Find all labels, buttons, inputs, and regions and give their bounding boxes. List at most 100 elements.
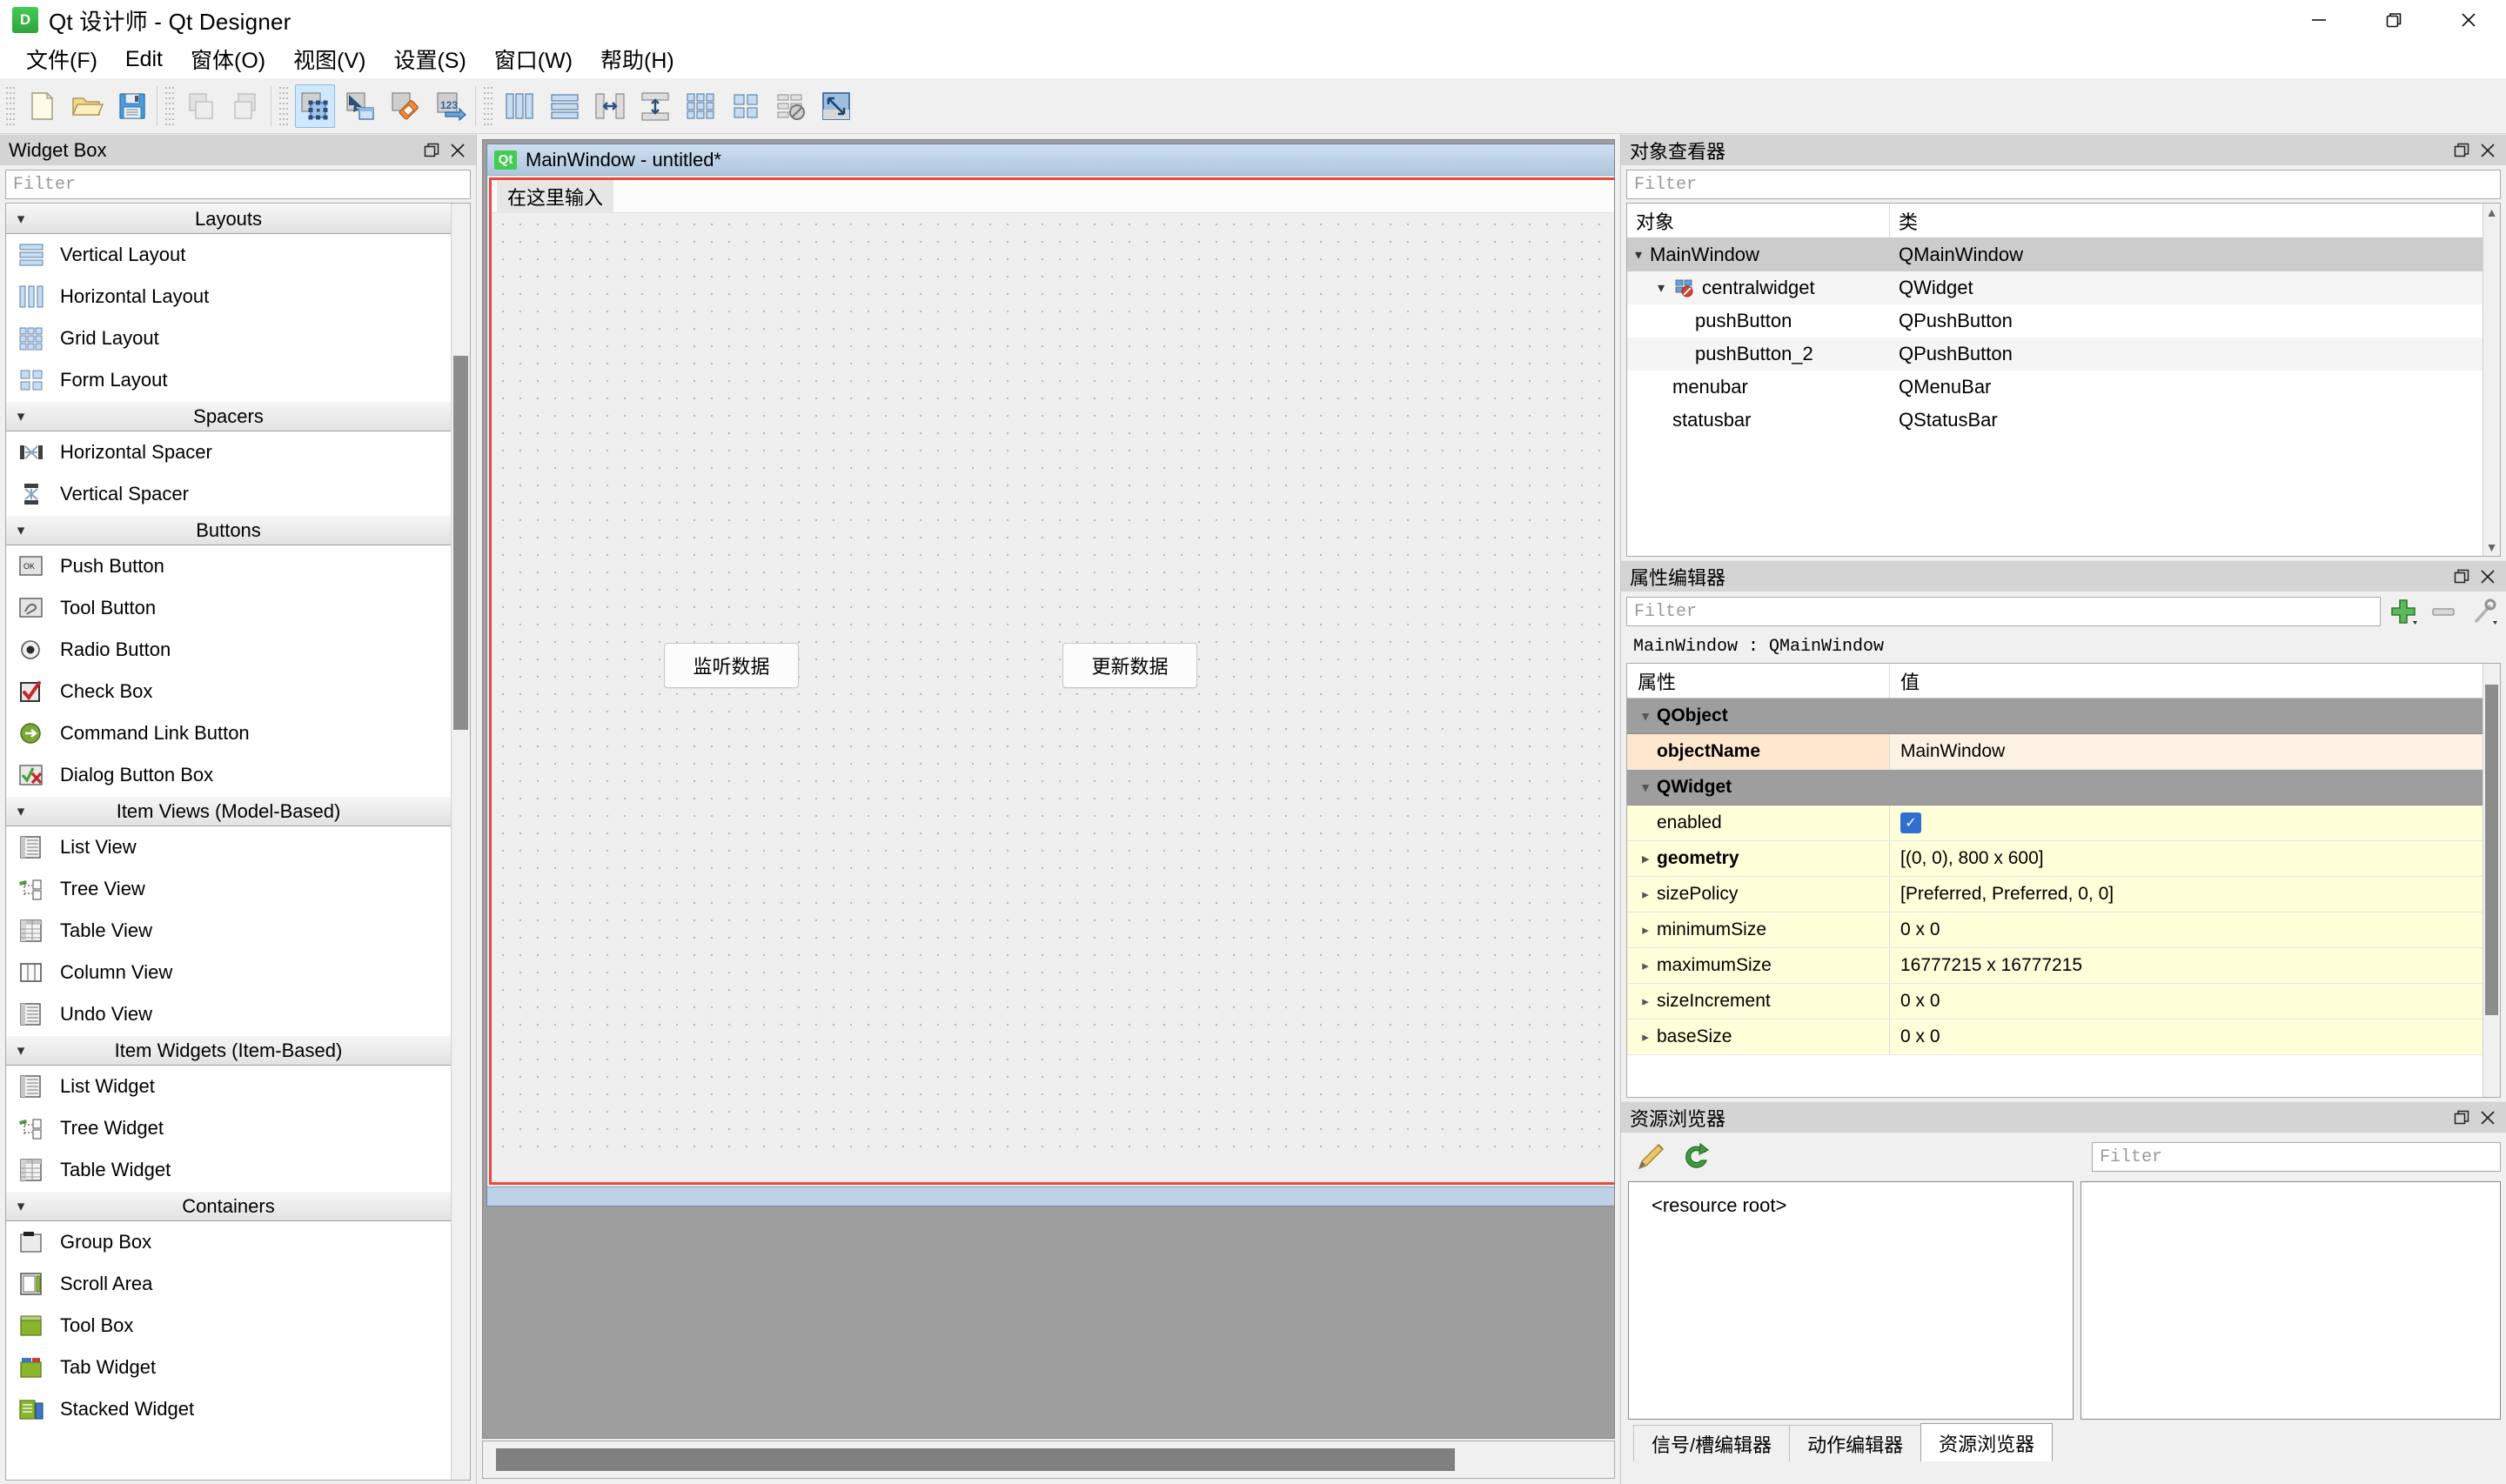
widget-item-horizontal-layout[interactable]: Horizontal Layout xyxy=(6,276,451,318)
layout-form-button[interactable] xyxy=(726,84,766,128)
minimize-button[interactable] xyxy=(2282,0,2356,40)
property-value-cell[interactable]: MainWindow xyxy=(1890,734,2483,769)
widget-item-tab-widget[interactable]: Tab Widget xyxy=(6,1347,451,1388)
property-row-minimumsize[interactable]: ▸ minimumSize 0 x 0 xyxy=(1627,912,2483,948)
property-row-maximumsize[interactable]: ▸ maximumSize 16777215 x 16777215 xyxy=(1627,948,2483,984)
chevron-right-icon[interactable]: ▸ xyxy=(1634,1029,1657,1045)
widget-box-filter-input[interactable]: Filter xyxy=(5,170,471,199)
widget-item-radio-button[interactable]: Radio Button xyxy=(6,629,451,671)
restore-button[interactable] xyxy=(2356,0,2431,40)
chevron-right-icon[interactable]: ▸ xyxy=(1634,958,1657,973)
property-row-basesize[interactable]: ▸ baseSize 0 x 0 xyxy=(1627,1019,2483,1055)
form-push-button-1[interactable]: 监听数据 xyxy=(664,643,799,688)
widget-item-grid-layout[interactable]: Grid Layout xyxy=(6,318,451,359)
layout-splitter-vertical-button[interactable] xyxy=(635,84,675,128)
widget-box-group-item-views[interactable]: ▾ Item Views (Model-Based) xyxy=(6,796,451,826)
menu-form[interactable]: 窗体(O) xyxy=(177,40,279,78)
enabled-checkbox[interactable]: ✓ xyxy=(1900,812,1921,833)
widget-item-horizontal-spacer[interactable]: Horizontal Spacer xyxy=(6,431,451,473)
configure-property-button[interactable] xyxy=(2466,596,2501,627)
scroll-up-arrow-icon[interactable]: ▲ xyxy=(2483,204,2500,221)
widget-box-close-button[interactable] xyxy=(445,137,471,164)
tab-resource-browser[interactable]: 资源浏览器 xyxy=(1920,1423,2054,1461)
menu-help[interactable]: 帮助(H) xyxy=(586,40,688,78)
form-menubar[interactable]: 在这里输入 xyxy=(492,179,1614,213)
form-menubar-placeholder[interactable]: 在这里输入 xyxy=(497,179,614,213)
toolbar-grip-2[interactable] xyxy=(164,84,175,127)
widget-item-table-view[interactable]: Table View xyxy=(6,910,451,952)
object-inspector-scrollbar[interactable]: ▲ ▼ xyxy=(2483,204,2500,556)
chevron-right-icon[interactable]: ▸ xyxy=(1634,993,1657,1009)
property-row-sizepolicy[interactable]: ▸ sizePolicy [Preferred, Preferred, 0, 0… xyxy=(1627,877,2483,912)
widget-item-undo-view[interactable]: Undo View xyxy=(6,993,451,1035)
property-group-qwidget[interactable]: ▾ QWidget xyxy=(1627,770,2483,806)
layout-horizontally-button[interactable] xyxy=(499,84,539,128)
widget-box-group-containers[interactable]: ▾ Containers xyxy=(6,1191,451,1221)
chevron-down-icon[interactable]: ▾ xyxy=(1634,708,1657,724)
resource-browser-tree[interactable]: <resource root> xyxy=(1628,1181,2074,1420)
widget-item-tool-box[interactable]: Tool Box xyxy=(6,1305,451,1347)
widget-item-table-widget[interactable]: Table Widget xyxy=(6,1149,451,1191)
widget-item-list-widget[interactable]: List Widget xyxy=(6,1066,451,1107)
property-value-cell[interactable]: 0 x 0 xyxy=(1890,912,2483,947)
undo-button[interactable] xyxy=(181,84,221,128)
toolbar-grip-3[interactable] xyxy=(278,84,289,127)
property-editor-float-button[interactable] xyxy=(2449,564,2475,590)
layout-splitter-horizontal-button[interactable] xyxy=(590,84,630,128)
toolbar-grip[interactable] xyxy=(5,84,16,127)
property-row-objectname[interactable]: objectName MainWindow xyxy=(1627,734,2483,770)
close-button[interactable] xyxy=(2431,0,2506,40)
scroll-down-arrow-icon[interactable]: ▼ xyxy=(2483,538,2500,556)
property-value-cell[interactable]: [Preferred, Preferred, 0, 0] xyxy=(1890,877,2483,912)
add-property-button[interactable] xyxy=(2386,596,2421,627)
object-inspector-filter-input[interactable]: Filter xyxy=(1626,170,2501,199)
property-row-enabled[interactable]: enabled ✓ xyxy=(1627,806,2483,841)
form-window[interactable]: Qt MainWindow - untitled* 在这里输入 监听数据 更新数… xyxy=(486,144,1614,1207)
edit-resources-button[interactable] xyxy=(1628,1138,1673,1176)
form-resize-strip[interactable] xyxy=(487,1187,1614,1206)
form-window-titlebar[interactable]: Qt MainWindow - untitled* xyxy=(487,144,1614,176)
form-push-button-2[interactable]: 更新数据 xyxy=(1062,643,1197,688)
menu-edit[interactable]: Edit xyxy=(111,43,177,76)
menu-file[interactable]: 文件(F) xyxy=(12,40,111,78)
widget-item-vertical-spacer[interactable]: Vertical Spacer xyxy=(6,473,451,515)
widget-box-group-item-widgets[interactable]: ▾ Item Widgets (Item-Based) xyxy=(6,1035,451,1066)
widget-item-stacked-widget[interactable]: Stacked Widget xyxy=(6,1388,451,1430)
object-inspector-close-button[interactable] xyxy=(2475,137,2501,164)
widget-item-check-box[interactable]: Check Box xyxy=(6,671,451,712)
tab-signal-slot-editor[interactable]: 信号/槽编辑器 xyxy=(1633,1425,1791,1461)
layout-vertically-button[interactable] xyxy=(545,84,585,128)
widget-item-list-view[interactable]: List View xyxy=(6,826,451,868)
property-row-sizeincrement[interactable]: ▸ sizeIncrement 0 x 0 xyxy=(1627,984,2483,1019)
adjust-size-button[interactable] xyxy=(816,84,856,128)
object-row-pushbutton-2[interactable]: pushButton_2 QPushButton xyxy=(1627,338,2483,371)
mdi-hscroll-thumb[interactable] xyxy=(496,1448,1455,1471)
widget-item-tree-view[interactable]: Tree View xyxy=(6,868,451,910)
redo-button[interactable] xyxy=(226,84,266,128)
resource-browser-close-button[interactable] xyxy=(2475,1105,2501,1131)
property-editor-scrollbar[interactable] xyxy=(2483,664,2500,1097)
chevron-down-icon[interactable]: ▾ xyxy=(1650,279,1672,297)
object-row-centralwidget[interactable]: ▾ centralwidget QWidget xyxy=(1627,271,2483,304)
property-value-cell[interactable]: [(0, 0), 800 x 600] xyxy=(1890,841,2483,876)
chevron-right-icon[interactable]: ▸ xyxy=(1634,886,1657,902)
new-form-button[interactable] xyxy=(22,84,62,128)
tab-action-editor[interactable]: 动作编辑器 xyxy=(1789,1425,1922,1461)
widget-item-dialog-button-box[interactable]: Dialog Button Box xyxy=(6,754,451,796)
menu-view[interactable]: 视图(V) xyxy=(279,40,379,78)
widget-item-scroll-area[interactable]: Scroll Area xyxy=(6,1263,451,1305)
property-editor-close-button[interactable] xyxy=(2475,564,2501,590)
object-row-menubar[interactable]: menubar QMenuBar xyxy=(1627,371,2483,404)
break-layout-button[interactable] xyxy=(771,84,811,128)
widget-box-scrollbar[interactable] xyxy=(451,204,470,1480)
edit-tab-order-button[interactable]: 123 xyxy=(431,84,471,128)
widget-item-command-link-button[interactable]: Command Link Button xyxy=(6,712,451,754)
chevron-down-icon[interactable]: ▾ xyxy=(1634,779,1657,795)
widget-box-float-button[interactable] xyxy=(419,137,445,164)
edit-signals-slots-button[interactable] xyxy=(340,84,380,128)
menu-settings[interactable]: 设置(S) xyxy=(379,40,479,78)
chevron-down-icon[interactable]: ▾ xyxy=(1627,246,1650,264)
widget-item-push-button[interactable]: OK Push Button xyxy=(6,545,451,587)
widget-item-column-view[interactable]: Column View xyxy=(6,952,451,993)
save-form-button[interactable] xyxy=(112,84,152,128)
